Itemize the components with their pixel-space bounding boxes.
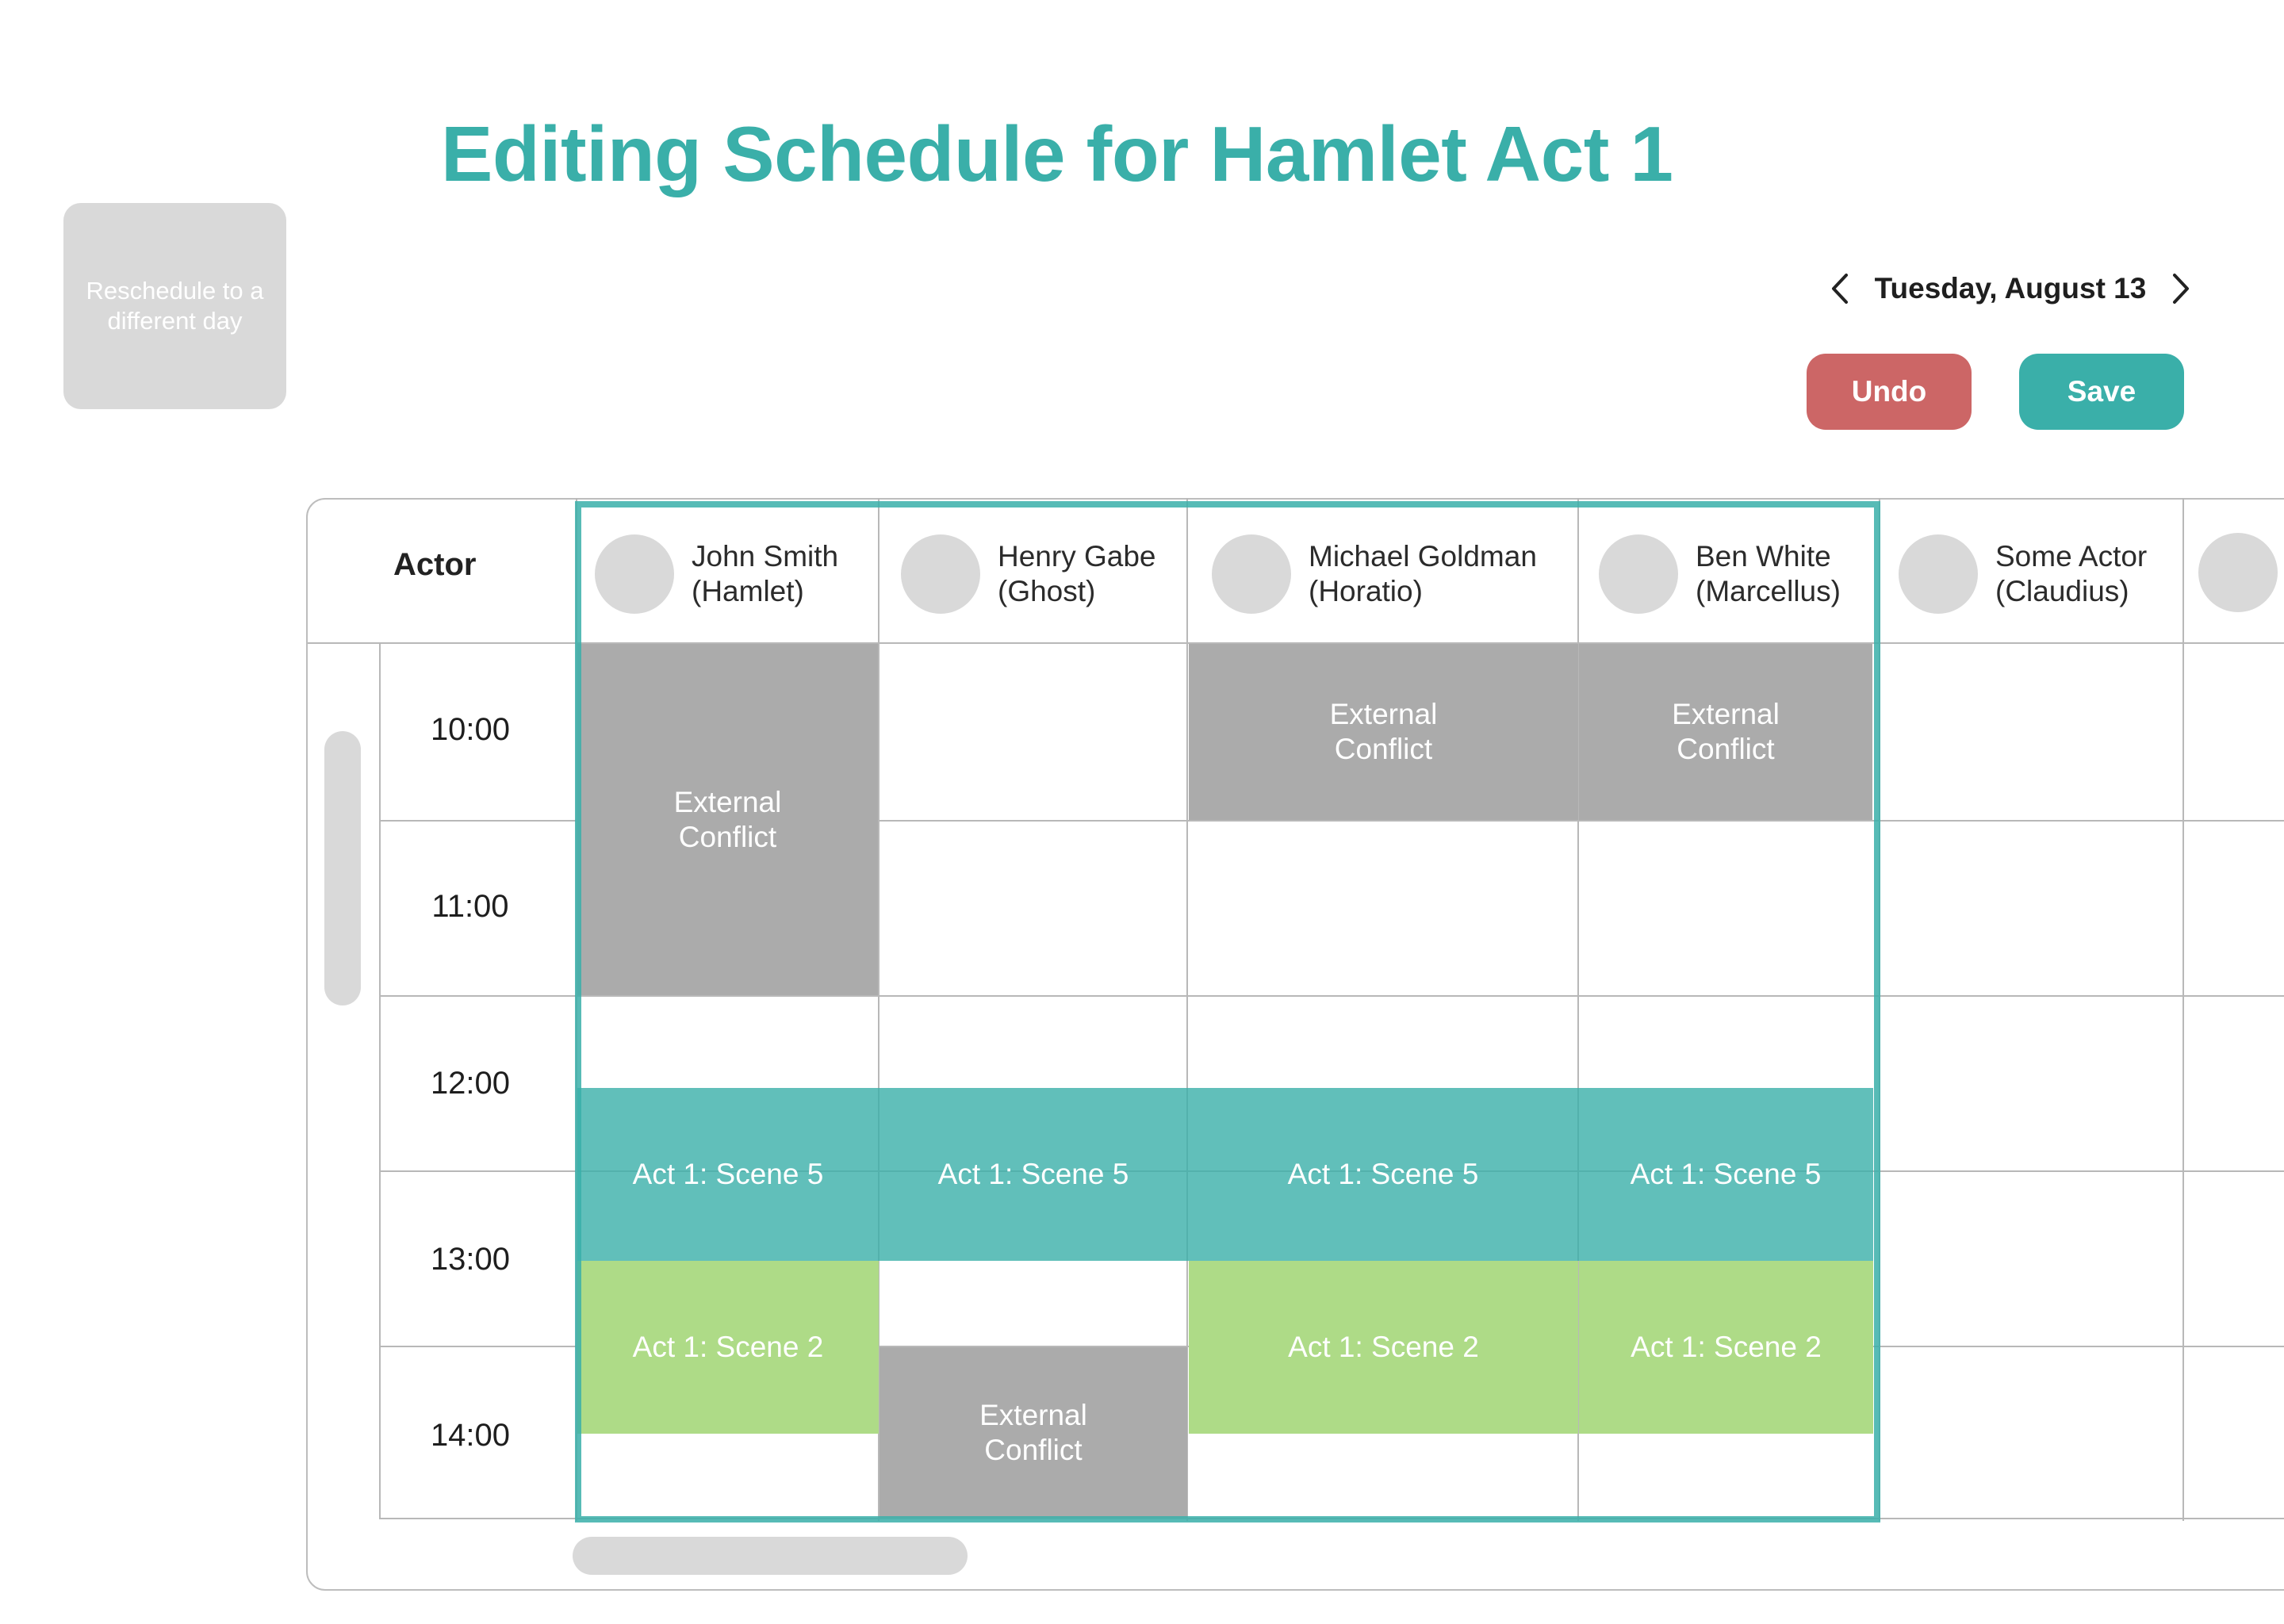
actor-name: Some Actor	[1995, 540, 2148, 573]
time-label: 12:00	[430, 1066, 511, 1101]
date-navigator: Tuesday, August 13	[1824, 266, 2197, 311]
time-label: 13:00	[430, 1242, 511, 1277]
chevron-right-icon[interactable]	[2165, 266, 2197, 311]
time-label: 11:00	[431, 889, 509, 924]
actor-role: (Claudius)	[1995, 575, 2129, 607]
actor-header-some-actor[interactable]: Some Actor (Claudius)	[1899, 506, 2181, 642]
avatar	[2198, 533, 2278, 612]
vertical-scrollbar[interactable]	[324, 731, 361, 1005]
selection-frame	[575, 501, 1880, 1522]
chevron-left-icon[interactable]	[1824, 266, 1856, 311]
reschedule-button[interactable]: Reschedule to a different day	[63, 203, 286, 409]
time-label: 10:00	[430, 712, 511, 747]
page-title: Editing Schedule for Hamlet Act 1	[441, 110, 1673, 197]
avatar	[1899, 534, 1978, 614]
column-divider	[2182, 498, 2184, 1521]
undo-button[interactable]: Undo	[1807, 354, 1972, 430]
current-date: Tuesday, August 13	[1874, 272, 2147, 304]
save-button[interactable]: Save	[2019, 354, 2184, 430]
horizontal-scrollbar[interactable]	[573, 1537, 968, 1575]
time-label: 14:00	[430, 1418, 511, 1453]
actor-column-header: Actor	[393, 547, 477, 582]
